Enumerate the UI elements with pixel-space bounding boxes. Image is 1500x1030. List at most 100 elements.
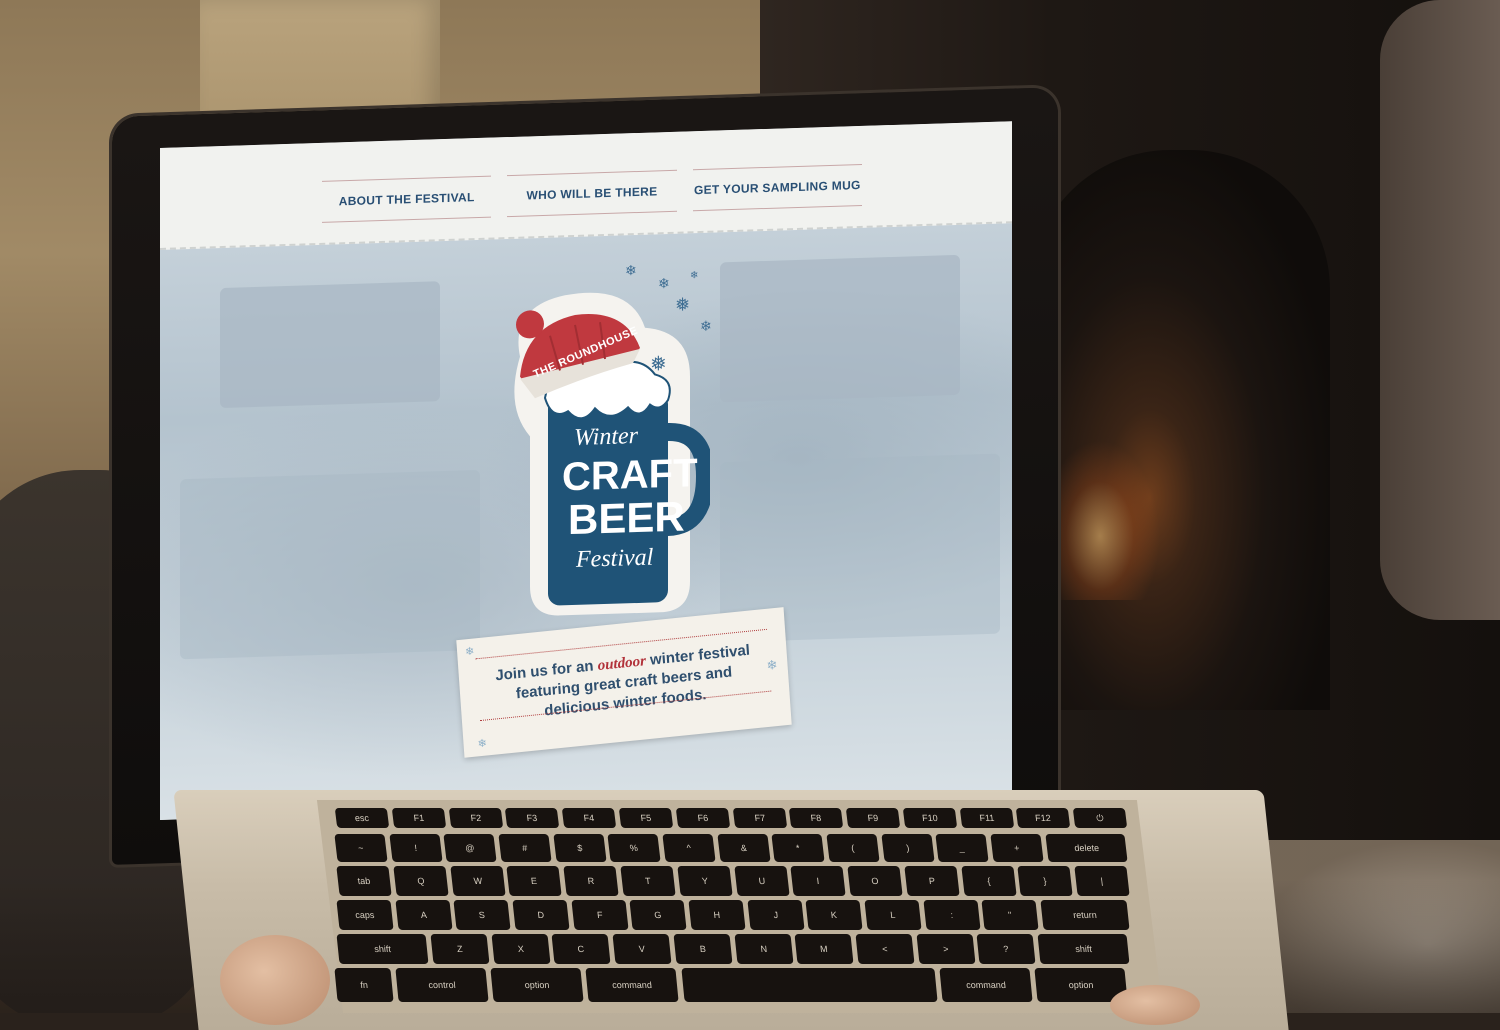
key[interactable]: X	[491, 934, 550, 964]
key[interactable]: (	[826, 834, 880, 862]
key[interactable]: S	[453, 900, 511, 930]
key[interactable]: shift	[336, 934, 429, 964]
key[interactable]: >	[916, 934, 975, 964]
key[interactable]: %	[607, 834, 661, 862]
key[interactable]: return	[1040, 900, 1130, 930]
key[interactable]: fn	[334, 968, 394, 1002]
key[interactable]: {	[960, 866, 1017, 896]
key[interactable]	[680, 968, 938, 1002]
key[interactable]: ^	[662, 834, 716, 862]
fire-glow	[1040, 440, 1160, 600]
key[interactable]: W	[449, 866, 506, 896]
key[interactable]: D	[512, 900, 570, 930]
snowflake-icon: ❅	[650, 353, 667, 376]
key[interactable]: T	[620, 866, 676, 896]
snowflake-icon: ❅	[675, 294, 691, 315]
key[interactable]: F10	[902, 808, 957, 828]
key[interactable]: #	[498, 834, 552, 862]
logo-craft: CRAFT	[562, 451, 698, 500]
key[interactable]: caps	[336, 900, 394, 930]
main-nav: ABOUT THE FESTIVAL WHO WILL BE THERE GET…	[322, 163, 862, 223]
key[interactable]: H	[688, 900, 746, 930]
key[interactable]: ?	[976, 934, 1036, 964]
key[interactable]: Z	[430, 934, 490, 964]
key[interactable]: O	[847, 866, 903, 896]
nav-who-will-be-there[interactable]: WHO WILL BE THERE	[507, 169, 677, 218]
key[interactable]: control	[395, 968, 489, 1002]
key[interactable]: F4	[561, 808, 617, 828]
key[interactable]: R	[563, 866, 619, 896]
key[interactable]: F12	[1016, 808, 1071, 828]
key[interactable]: F2	[448, 808, 503, 828]
key[interactable]: :	[923, 900, 981, 930]
key[interactable]: esc	[334, 808, 390, 828]
key[interactable]: |	[1074, 866, 1130, 896]
logo-beer: BEER	[568, 492, 685, 544]
nav-get-sampling-mug[interactable]: GET YOUR SAMPLING MUG	[692, 163, 862, 212]
key[interactable]: )	[880, 834, 934, 862]
key[interactable]: !	[389, 834, 442, 862]
fireplace	[1030, 150, 1330, 710]
key[interactable]: *	[771, 834, 825, 862]
right-hand	[1110, 985, 1200, 1025]
key[interactable]: Y	[677, 866, 733, 896]
key[interactable]: }	[1017, 866, 1073, 896]
key[interactable]: @	[443, 834, 497, 862]
tagline-emphasis: outdoor	[597, 653, 647, 674]
key[interactable]: shift	[1037, 934, 1130, 964]
key[interactable]: F	[571, 900, 628, 930]
key[interactable]: +	[990, 834, 1044, 862]
key[interactable]: P	[904, 866, 960, 896]
logo-festival: Festival	[576, 544, 654, 573]
blurred-building	[220, 281, 440, 409]
snowflake-icon: ❄	[690, 270, 699, 282]
key[interactable]: E	[506, 866, 562, 896]
key[interactable]: F1	[391, 808, 446, 828]
key[interactable]: ~	[334, 834, 388, 862]
snowflake-icon: ❄	[464, 645, 475, 659]
key[interactable]: F6	[675, 808, 730, 828]
key[interactable]: Q	[393, 866, 449, 896]
snowflake-icon: ❄	[625, 262, 637, 279]
key[interactable]: K	[805, 900, 863, 930]
tagline-part2: winter festival featuring great craft be…	[515, 641, 751, 720]
key[interactable]: &	[716, 834, 770, 862]
key[interactable]: F7	[732, 808, 787, 828]
key[interactable]: "	[981, 900, 1039, 930]
blurred-crowd	[180, 469, 480, 660]
snowflake-icon: ❄	[658, 274, 670, 292]
laptop-screen: ABOUT THE FESTIVAL WHO WILL BE THERE GET…	[160, 121, 1012, 820]
key[interactable]: U	[733, 866, 789, 896]
key[interactable]: ⏻	[1072, 808, 1128, 828]
blurred-building	[720, 254, 960, 403]
key[interactable]: delete	[1044, 834, 1128, 862]
key[interactable]: _	[935, 834, 989, 862]
key[interactable]: F5	[618, 808, 673, 828]
left-hand	[220, 935, 330, 1025]
key[interactable]: <	[855, 934, 915, 964]
key[interactable]: M	[794, 934, 854, 964]
key[interactable]: L	[864, 900, 922, 930]
key[interactable]: F9	[845, 808, 901, 828]
key[interactable]: J	[747, 900, 805, 930]
key[interactable]: tab	[336, 866, 392, 896]
nav-about-festival[interactable]: ABOUT THE FESTIVAL	[322, 175, 492, 223]
key[interactable]: V	[612, 934, 672, 964]
key[interactable]: F11	[959, 808, 1014, 828]
key[interactable]: B	[673, 934, 733, 964]
key[interactable]: option	[490, 968, 585, 1002]
snowflake-icon: ❄	[700, 317, 712, 335]
key[interactable]: G	[629, 900, 687, 930]
key[interactable]: A	[395, 900, 452, 930]
key[interactable]: C	[551, 934, 611, 964]
key[interactable]: command	[585, 968, 680, 1002]
key[interactable]: F8	[789, 808, 844, 828]
snowflake-icon: ❄	[477, 737, 488, 751]
snowflake-icon: ❄	[766, 656, 778, 673]
festival-logo: THE ROUNDHOUSE Winter CRAFT BEER Festiva…	[490, 262, 715, 628]
key[interactable]: N	[733, 934, 793, 964]
key[interactable]: I	[790, 866, 846, 896]
key[interactable]: command	[939, 968, 1033, 1002]
key[interactable]: $	[552, 834, 606, 862]
key[interactable]: F3	[505, 808, 560, 828]
